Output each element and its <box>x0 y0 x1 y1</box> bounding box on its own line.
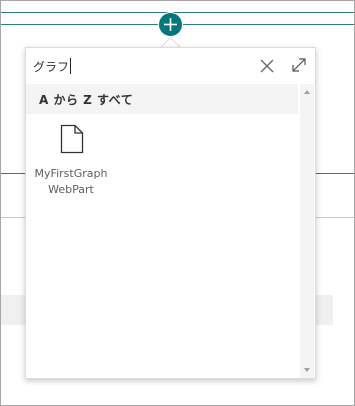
section-title: A から Z すべて <box>39 93 134 107</box>
webpart-toolbox-panel: A から Z すべて MyFirstGraph WebPart <box>25 47 316 379</box>
search-input[interactable] <box>33 56 253 76</box>
scroll-up-arrow-icon[interactable] <box>303 88 311 96</box>
add-webpart-button[interactable] <box>158 12 183 37</box>
vertical-scrollbar[interactable] <box>300 84 314 378</box>
section-header: A から Z すべて <box>26 84 298 114</box>
section-divider-top <box>1 12 354 13</box>
text-caret <box>70 58 71 74</box>
clear-search-button[interactable] <box>258 57 276 75</box>
expand-toolbox-button[interactable] <box>290 56 308 74</box>
plus-icon <box>164 18 177 31</box>
expand-icon <box>292 58 306 72</box>
search-row <box>26 48 315 84</box>
webpart-label: MyFirstGraph WebPart <box>34 167 108 196</box>
document-icon <box>60 124 84 154</box>
scroll-down-arrow-icon[interactable] <box>303 366 311 374</box>
close-icon <box>260 59 274 73</box>
webpart-tile-myfirstgraphwebpart[interactable]: MyFirstGraph WebPart <box>28 118 114 202</box>
